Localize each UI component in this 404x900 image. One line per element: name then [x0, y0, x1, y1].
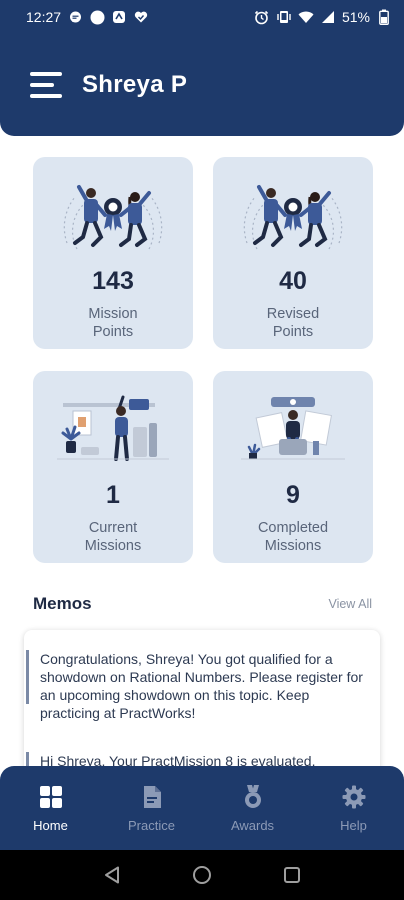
nav-label: Home [33, 818, 68, 833]
recents-icon[interactable] [280, 863, 304, 887]
memo-accent-bar [26, 650, 29, 704]
memo-text: Congratulations, Shreya! You got qualifi… [40, 651, 363, 721]
grid-icon [38, 784, 64, 810]
nav-help[interactable]: Help [303, 766, 404, 850]
gear-icon [341, 784, 367, 810]
celebration-illustration [243, 185, 343, 250]
stat-label-line1: Current [88, 520, 138, 536]
stat-label: Revised Points [213, 305, 373, 341]
stat-label-line2: Missions [84, 538, 142, 554]
current-missions-card[interactable]: 1 Current Missions [33, 371, 193, 563]
home-circle-icon[interactable] [190, 863, 214, 887]
signal-icon [320, 9, 336, 25]
revised-points-card[interactable]: 40 Revised Points [213, 157, 373, 349]
achievement-illustration [241, 397, 345, 460]
stat-label: Completed Missions [213, 519, 373, 555]
status-left: 12:27 [26, 9, 149, 25]
completed-missions-card[interactable]: 9 Completed Missions [213, 371, 373, 563]
heart-check-icon [133, 9, 149, 25]
memos-title: Memos [33, 594, 92, 613]
user-name: Shreya P [82, 71, 188, 98]
vibrate-icon [276, 9, 292, 25]
mission-points-card[interactable]: 143 Mission Points [33, 157, 193, 349]
hamburger-menu-icon[interactable] [30, 72, 62, 98]
app-notification-icon [111, 9, 127, 25]
memo-list: Congratulations, Shreya! You got qualifi… [24, 630, 380, 780]
stat-value: 1 [106, 481, 120, 509]
nav-practice[interactable]: Practice [101, 766, 202, 850]
status-time: 12:27 [26, 9, 62, 25]
back-icon[interactable] [100, 863, 124, 887]
stat-label-line2: Points [92, 324, 134, 340]
chat-bubble-icon [67, 9, 83, 25]
stat-label: Current Missions [33, 519, 193, 555]
nav-label: Awards [230, 818, 275, 833]
app-header: Shreya P [0, 34, 404, 136]
battery-icon [376, 9, 392, 25]
view-all-link[interactable]: View All [328, 597, 372, 611]
nav-label: Practice [128, 818, 175, 833]
status-bar: 12:27 51% [0, 0, 404, 34]
nav-home[interactable]: Home [0, 766, 101, 850]
stat-value: 40 [279, 267, 307, 295]
celebration-illustration [63, 185, 163, 250]
circle-dot-icon [89, 9, 105, 25]
system-navigation-bar [0, 850, 404, 900]
stat-label-line1: Completed [257, 520, 329, 536]
battery-percent: 51% [341, 9, 370, 25]
medal-icon [240, 784, 266, 810]
stat-label: Mission Points [33, 305, 193, 341]
status-right: 51% [254, 9, 392, 25]
painter-illustration [57, 395, 169, 461]
stat-label-line1: Revised [266, 306, 320, 322]
stat-label-line2: Points [272, 324, 314, 340]
document-icon [139, 784, 165, 810]
stat-label-line1: Mission [88, 306, 138, 322]
nav-label: Help [340, 818, 367, 833]
memo-item[interactable]: Congratulations, Shreya! You got qualifi… [24, 650, 380, 722]
nav-awards[interactable]: Awards [202, 766, 303, 850]
alarm-icon [254, 9, 270, 25]
stat-value: 143 [92, 267, 134, 295]
stat-value: 9 [286, 481, 300, 509]
stat-label-line2: Missions [264, 538, 322, 554]
bottom-navigation: Home Practice Awards Help [0, 766, 404, 850]
wifi-icon [298, 9, 314, 25]
